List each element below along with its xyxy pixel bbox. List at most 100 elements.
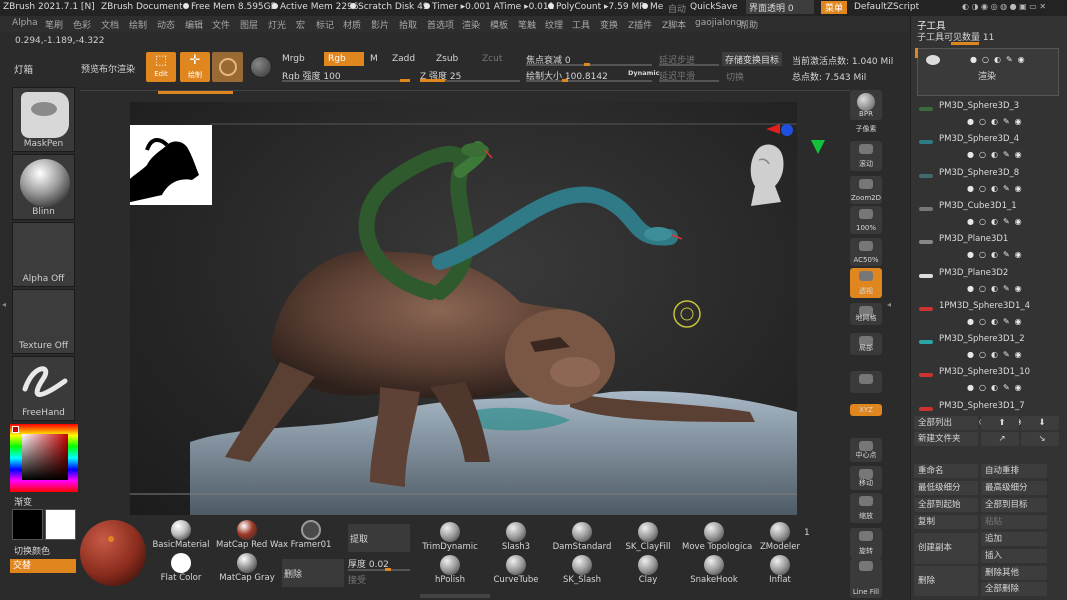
bpr-preview-button[interactable]: 预览布尔渲染 [81,62,135,75]
menu-item-6[interactable]: 编辑 [185,18,203,31]
gradient-label[interactable]: 渐变 [14,495,32,508]
menu-item-15[interactable]: 首选项 [427,18,454,31]
new-folder-button[interactable]: 新建文件夹 [914,432,978,446]
current-material-ball[interactable] [80,520,146,586]
sphere-icon[interactable] [250,56,272,78]
lightbox-button[interactable]: 灯箱 [14,62,33,76]
subtool-item[interactable]: PM3D_Plane3D1 ●○◐✎◉ [917,232,1059,265]
menu-item-3[interactable]: 文档 [101,18,119,31]
switch-color-button[interactable]: 切换颜色 [14,544,50,557]
ui-transparency-slider[interactable]: 界面透明 0 [746,0,814,14]
brush-sk_clayfill[interactable]: SK_ClayFill [616,522,680,552]
subtool-toggle-icons[interactable]: ●○◐✎◉ [967,117,1059,127]
material-framer01[interactable]: Framer01 [280,520,342,550]
menu-item-12[interactable]: 材质 [343,18,361,31]
menu-item-14[interactable]: 拾取 [399,18,417,31]
material-basicmaterial[interactable]: BasicMaterial [150,520,212,550]
menu-item-21[interactable]: 变换 [600,18,618,31]
zadd-button[interactable]: Zadd [392,54,415,64]
brush-snakehook[interactable]: SnakeHook [682,555,746,585]
menu-item-9[interactable]: 灯光 [268,18,286,31]
shelf-actual-button[interactable]: 100% [850,206,882,234]
subtool-toggle-icons[interactable]: ●○◐✎◉ [967,383,1059,393]
window-icons[interactable]: ◐ ◑ ◉ ◎ ◍ ● ▣ ▭ ✕ [962,2,1046,11]
color-picker[interactable] [10,424,78,492]
brush-trimdynamic[interactable]: TrimDynamic [418,522,482,552]
shelf-frame-button[interactable]: 中心点 [850,438,882,462]
subtool-toggle-icons[interactable]: ●○◐✎◉ [967,217,1059,227]
move-mode-button[interactable] [212,52,243,82]
paste-button[interactable]: 粘贴 [981,515,1047,529]
shelf-floor-button[interactable]: 地网格 [850,303,882,325]
subtool-item[interactable]: PM3D_Sphere3D1_2 ●○◐✎◉ [917,332,1059,365]
shelf-ac50-button[interactable]: AC50% [850,238,882,266]
panel-collapse-icon[interactable]: ◂ [887,300,893,310]
secondary-color[interactable] [45,509,76,540]
zsub-button[interactable]: Zsub [436,54,458,64]
menu-item-4[interactable]: 绘制 [129,18,147,31]
menu-item-16[interactable]: 渲染 [462,18,480,31]
highest-subdiv-button[interactable]: 最高级细分 [981,481,1047,495]
shelf-perspective-button[interactable]: 透视 [850,268,882,298]
m-button[interactable]: M [370,54,378,64]
subtool-toggle-icons[interactable]: ●○◐✎◉ [967,150,1059,160]
sculpt-model[interactable] [130,102,797,515]
list-all-button[interactable]: 全部列出 [914,416,978,430]
menu-item-23[interactable]: Z脚本 [662,18,686,31]
dynamic-toggle[interactable]: Dynamic [628,69,660,77]
menu-item-13[interactable]: 影片 [371,18,389,31]
subtool-item-active[interactable]: ●○◐✎◉ 渲染 [917,48,1059,96]
insert-button[interactable]: 插入 [981,549,1047,563]
brush-inflat[interactable]: Inflat [748,555,812,585]
navigation-thumbnail[interactable] [130,125,212,205]
shelf-scroll-button[interactable]: 滚动 [850,141,882,171]
freehand-stroke-button[interactable]: FreeHand [12,356,75,421]
material-matcap-gray[interactable]: MatCap Gray [216,553,278,583]
edit-button[interactable]: ⬚ Edit [146,52,176,82]
shelf-linefill-button[interactable]: Line Fill [850,558,882,598]
merge-down-button[interactable]: ↘ [1021,432,1059,446]
alternate-button[interactable]: 交替 [10,559,76,573]
menu-item-25[interactable]: 帮助 [740,18,758,31]
copy-button[interactable]: 复制 [914,515,978,529]
menu-item-7[interactable]: 文件 [212,18,230,31]
rgb-button[interactable]: Rgb [324,52,364,66]
blinn-material-button[interactable]: Blinn [12,154,75,220]
delete-all-button[interactable]: 全部删除 [981,582,1047,596]
shelf-zoom2d-button[interactable]: Zoom2D [850,176,882,204]
default-zscript[interactable]: DefaultZScript [854,2,919,12]
zcut-button[interactable]: Zcut [482,54,502,64]
subtool-scroll-marker[interactable] [915,48,918,58]
subtool-item[interactable]: PM3D_Cube3D1_1 ●○◐✎◉ [917,199,1059,232]
auto-reorder-button[interactable]: 自动重排 [981,464,1047,478]
subtool-toggle-icons[interactable]: ●○◐✎◉ [967,184,1059,194]
switch-button[interactable]: 切换 [726,70,744,83]
all-to-start-button[interactable]: 全部到起始 [914,498,978,512]
menu-item-10[interactable]: 宏 [296,18,305,31]
shelf-local-button[interactable]: 局部 [850,333,882,355]
shelf-scale-button[interactable]: 缩放 [850,493,882,523]
brush-move-topologica[interactable]: Move Topologica [682,522,752,552]
subtool-item[interactable]: PM3D_Plane3D2 ●○◐✎◉ [917,266,1059,299]
store-morph-target-button[interactable]: 存储变换目标 [722,52,783,66]
alpha-button[interactable]: Alpha Off [12,222,75,287]
menu-item-5[interactable]: 动态 [157,18,175,31]
brush-damstandard[interactable]: DamStandard [550,522,614,552]
subtool-item[interactable]: 1PM3D_Sphere3D1_4 ●○◐✎◉ [917,299,1059,332]
left-collapse-icon[interactable]: ◂ [2,300,8,310]
menu-button[interactable]: 菜单 [821,1,848,14]
accept-button[interactable]: 接受 [348,573,366,586]
shelf-lock-button[interactable] [850,371,882,393]
brush-hpolish[interactable]: hPolish [418,555,482,585]
subtool-toggle-icons[interactable]: ●○◐✎◉ [967,317,1059,327]
brush-scrollbar[interactable] [420,594,490,598]
merge-up-button[interactable]: ↗ [981,432,1019,446]
shelf-move-button[interactable]: 移动 [850,466,882,490]
canvas-viewport[interactable] [130,102,797,515]
maskpen-brush-button[interactable]: MaskPen [12,87,75,152]
subtool-toggle-icons[interactable]: ●○◐✎◉ [967,284,1059,294]
material-flat-color[interactable]: Flat Color [150,553,212,583]
subtool-item[interactable]: PM3D_Sphere3D1_10 ●○◐✎◉ [917,365,1059,398]
delete-button[interactable]: 删除 [914,566,978,596]
arrow-up-button[interactable]: ⬆ [981,416,1019,430]
